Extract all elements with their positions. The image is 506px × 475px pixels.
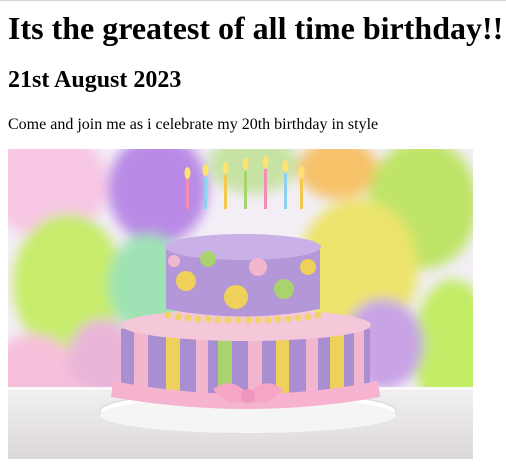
page-title: Its the greatest of all time birthday!! <box>8 10 504 46</box>
invitation-text: Come and join me as i celebrate my 20th … <box>8 116 379 133</box>
top-divider <box>0 0 506 1</box>
event-date: 21st August 2023 <box>8 67 182 93</box>
birthday-cake-image <box>8 149 473 459</box>
